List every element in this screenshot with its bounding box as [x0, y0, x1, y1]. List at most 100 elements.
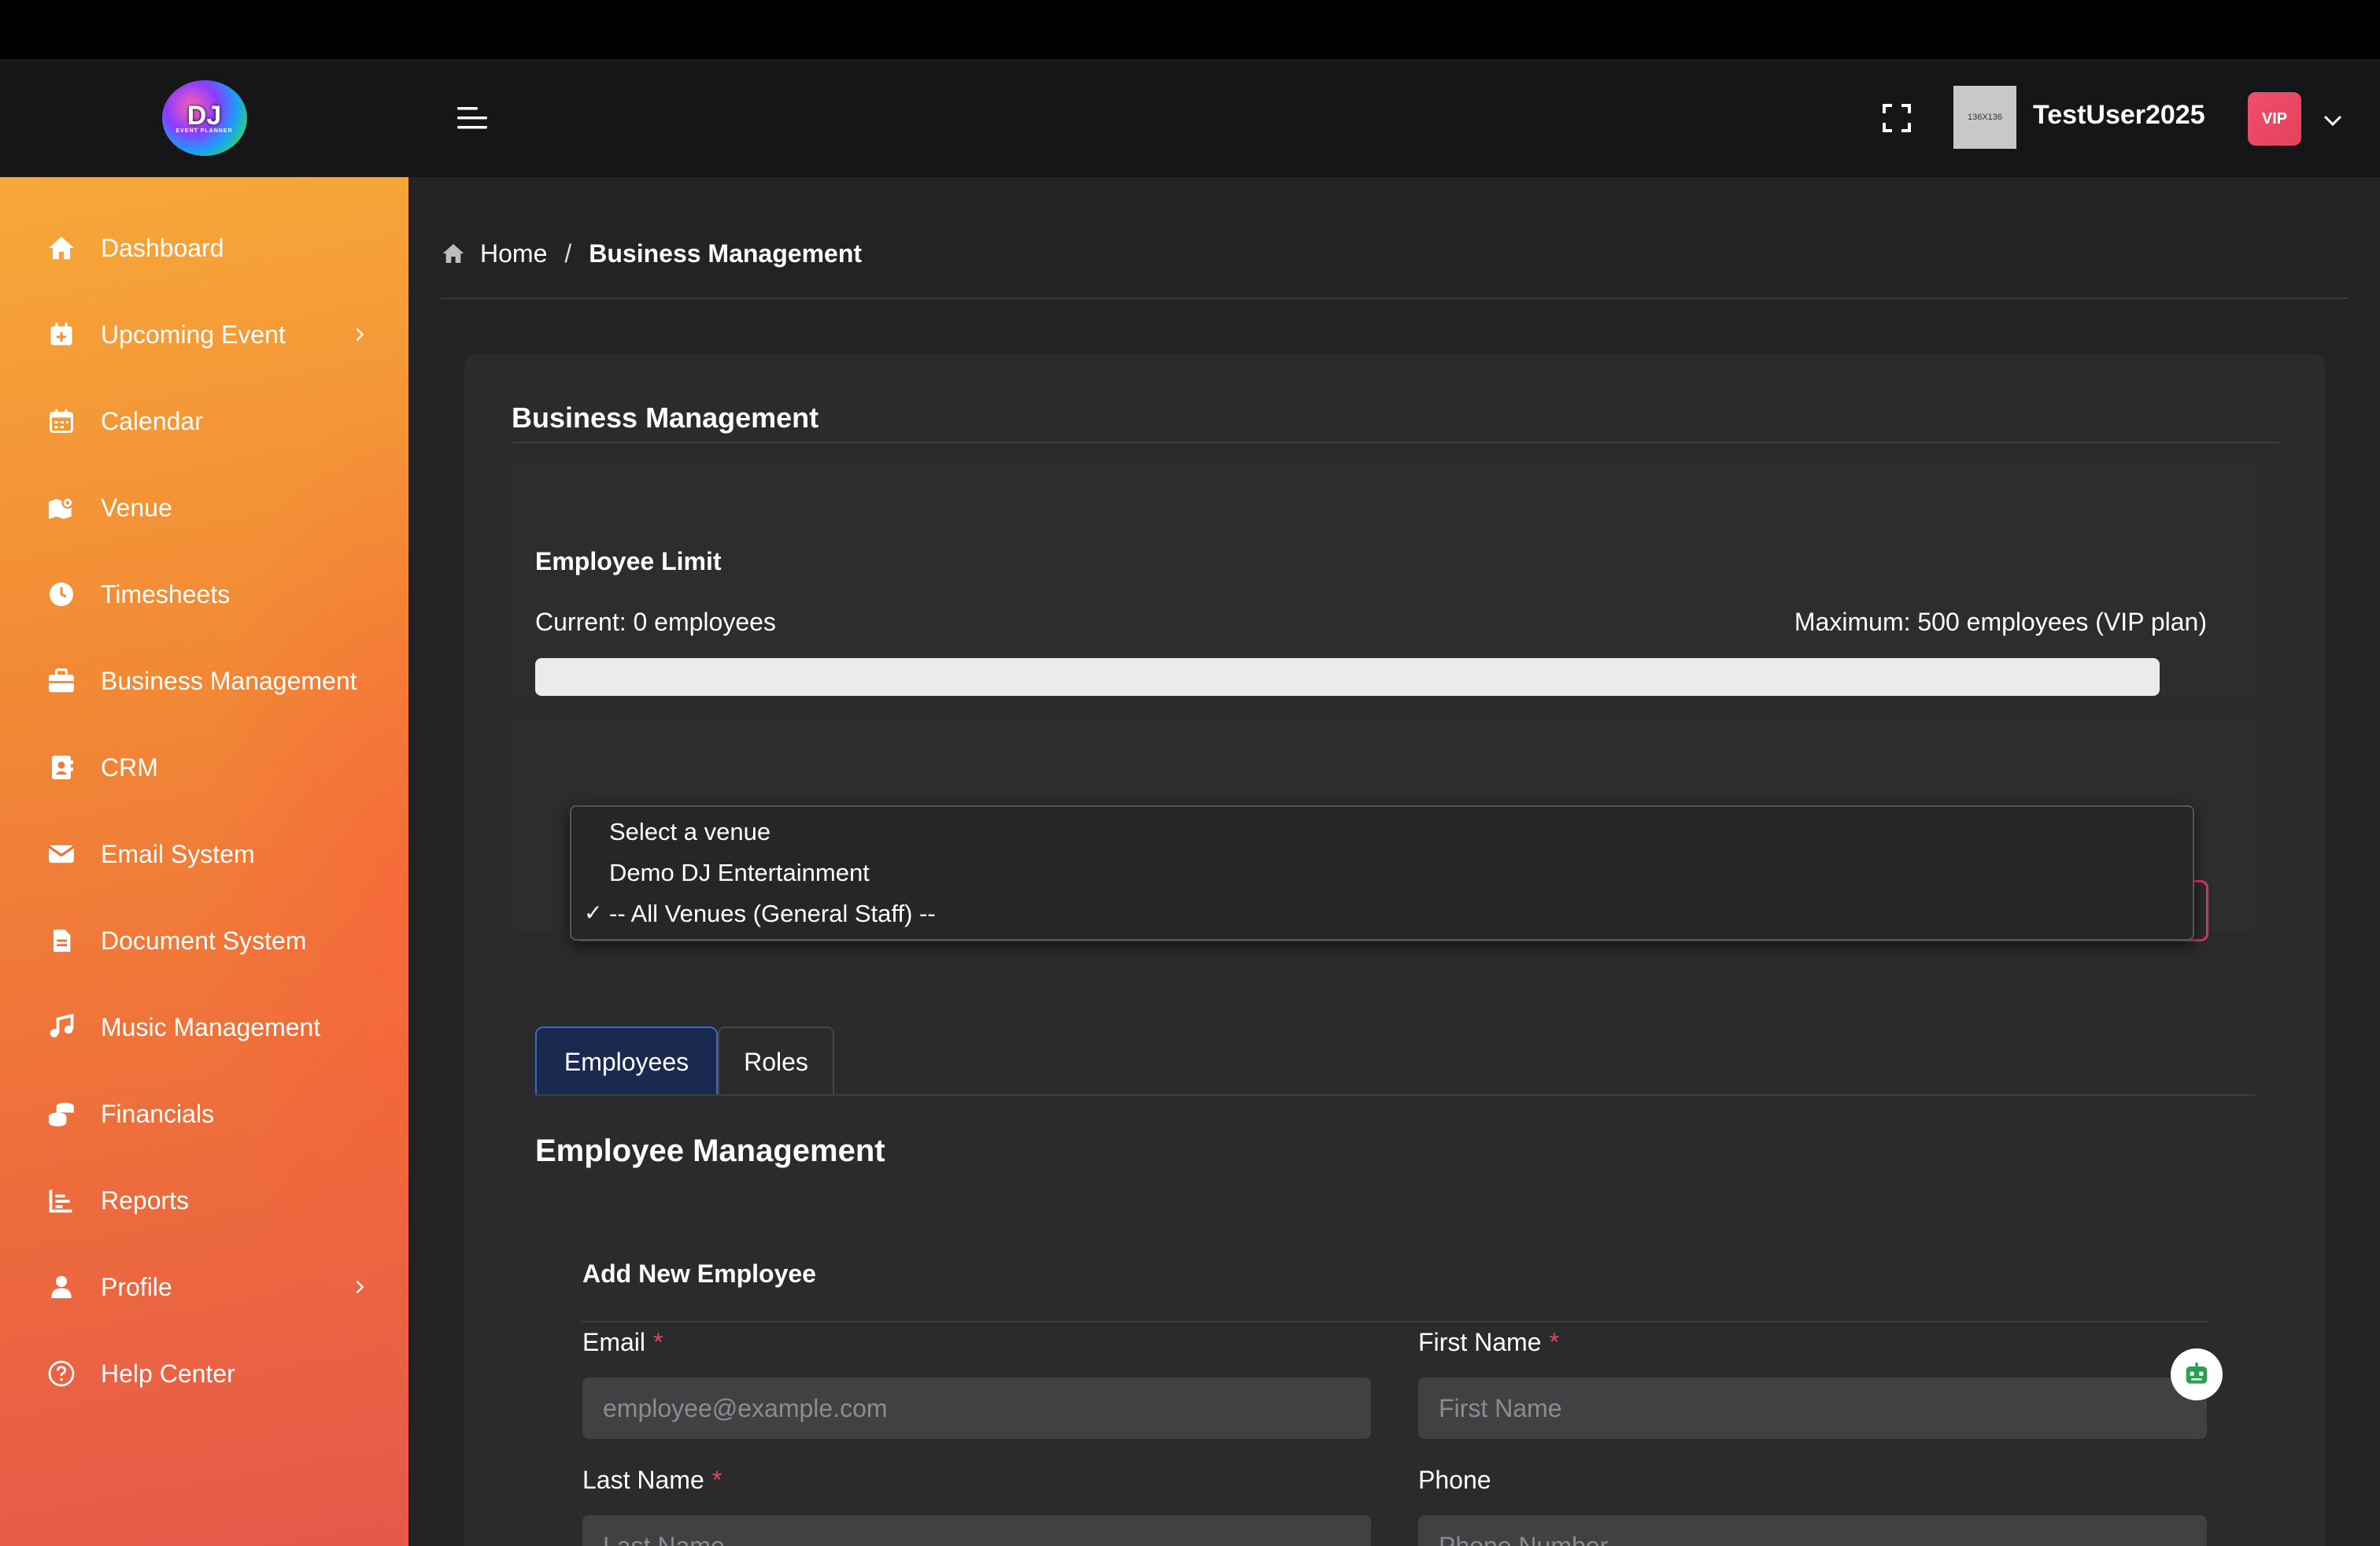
- document-icon: [46, 925, 77, 956]
- first-name-label: First Name *: [1418, 1328, 1559, 1357]
- tabs-divider: [535, 1094, 2256, 1096]
- sidebar-item-document-system[interactable]: Document System: [0, 909, 408, 972]
- tab-roles[interactable]: Roles: [718, 1026, 834, 1096]
- coins-icon: [46, 1098, 77, 1130]
- breadcrumb-current: Business Management: [589, 239, 863, 268]
- home-icon: [442, 244, 464, 263]
- sidebar-item-business-management[interactable]: Business Management: [0, 649, 408, 712]
- vip-badge: VIP: [2248, 92, 2301, 146]
- chevron-right-icon: [351, 326, 368, 343]
- business-management-card: Business Management Employee Limit Curre…: [464, 354, 2325, 1546]
- breadcrumb-divider: [441, 298, 2349, 299]
- sidebar-item-profile[interactable]: Profile: [0, 1256, 408, 1319]
- contact-card-icon: [46, 752, 77, 783]
- username[interactable]: TestUser2025: [2033, 100, 2205, 131]
- sidebar-item-label: Email System: [101, 839, 255, 868]
- sidebar-item-label: Dashboard: [101, 233, 224, 262]
- user-menu-toggle[interactable]: [2321, 111, 2345, 130]
- logo-area: DJ EVENT PLANNER: [0, 59, 408, 177]
- chevron-down-icon: [2323, 115, 2342, 127]
- logo-subtext: EVENT PLANNER: [176, 128, 233, 134]
- sidebar-item-timesheets[interactable]: Timesheets: [0, 563, 408, 626]
- briefcase-icon: [46, 665, 77, 697]
- sidebar: DJ EVENT PLANNER Dashboard Upcoming Even…: [0, 59, 408, 1546]
- sidebar-item-label: Profile: [101, 1272, 172, 1301]
- sidebar-item-reports[interactable]: Reports: [0, 1169, 408, 1232]
- sidebar-item-venue[interactable]: Venue: [0, 476, 408, 539]
- music-note-icon: [46, 1012, 77, 1043]
- form-divider: [582, 1321, 2207, 1322]
- sidebar-item-label: Venue: [101, 493, 172, 522]
- robot-icon: [2186, 1363, 2208, 1384]
- phone-label: Phone: [1418, 1466, 1491, 1494]
- sidebar-item-calendar[interactable]: Calendar: [0, 390, 408, 453]
- email-label-text: Email: [582, 1328, 646, 1356]
- venue-option-selected[interactable]: -- All Venues (General Staff) --: [609, 900, 936, 928]
- avatar-placeholder-text: 136X136: [1967, 113, 2003, 122]
- selected-check-icon: ✓: [584, 901, 603, 925]
- chat-bot-button[interactable]: [2171, 1348, 2223, 1400]
- last-name-label: Last Name *: [582, 1466, 722, 1495]
- employee-max-count: Maximum: 500 employees (VIP plan): [1794, 608, 2207, 636]
- chevron-right-icon: [351, 1278, 368, 1296]
- calendar-icon: [46, 405, 77, 437]
- top-header: 136X136 TestUser2025 VIP: [408, 59, 2380, 177]
- required-marker: *: [711, 1466, 722, 1494]
- bar-chart-icon: [46, 1185, 77, 1216]
- venue-option[interactable]: Demo DJ Entertainment: [609, 859, 870, 887]
- phone-field[interactable]: [1418, 1515, 2207, 1546]
- email-field[interactable]: [582, 1378, 1371, 1439]
- form-title: Add New Employee: [582, 1259, 816, 1288]
- email-label: Email *: [582, 1328, 663, 1357]
- home-icon: [46, 232, 77, 264]
- title-divider: [512, 442, 2279, 443]
- sidebar-item-financials[interactable]: Financials: [0, 1082, 408, 1145]
- breadcrumb-separator: /: [564, 239, 572, 268]
- breadcrumb-home-link[interactable]: Home: [480, 239, 547, 268]
- envelope-icon: [46, 838, 77, 870]
- logo-text: DJ: [187, 100, 222, 131]
- required-marker: *: [1549, 1328, 1559, 1356]
- sidebar-item-upcoming-event[interactable]: Upcoming Event: [0, 303, 408, 366]
- tabs-bar: Employees Roles: [535, 1026, 834, 1096]
- avatar[interactable]: 136X136: [1953, 86, 2016, 149]
- user-icon: [46, 1271, 77, 1303]
- sidebar-item-label: Business Management: [101, 666, 357, 695]
- breadcrumb: Home / Business Management: [441, 234, 862, 273]
- sidebar-item-help-center[interactable]: Help Center: [0, 1342, 408, 1405]
- sidebar-item-label: Help Center: [101, 1359, 235, 1388]
- sidebar-item-label: Music Management: [101, 1012, 321, 1041]
- calendar-plus-icon: [46, 319, 77, 350]
- section-heading: Employee Management: [535, 1134, 885, 1168]
- page-title: Business Management: [512, 401, 819, 434]
- app-root: DJ EVENT PLANNER Dashboard Upcoming Even…: [0, 59, 2380, 1546]
- required-marker: *: [653, 1328, 663, 1356]
- sidebar-item-label: Document System: [101, 926, 307, 955]
- sidebar-item-label: Timesheets: [101, 579, 231, 608]
- sidebar-nav: Dashboard Upcoming Event Calendar Venue …: [0, 177, 408, 1546]
- employee-current-count: Current: 0 employees: [535, 608, 776, 636]
- sidebar-item-dashboard[interactable]: Dashboard: [0, 216, 408, 279]
- sidebar-item-label: Calendar: [101, 406, 203, 435]
- last-name-field[interactable]: [582, 1515, 1371, 1546]
- sidebar-item-crm[interactable]: CRM: [0, 736, 408, 799]
- sidebar-item-music-management[interactable]: Music Management: [0, 996, 408, 1059]
- sidebar-item-label: Financials: [101, 1099, 215, 1128]
- hamburger-icon: [457, 107, 487, 129]
- clock-icon: [46, 579, 77, 610]
- venue-option[interactable]: Select a venue: [609, 818, 771, 846]
- fullscreen-button[interactable]: [1877, 98, 1916, 138]
- app-logo[interactable]: DJ EVENT PLANNER: [161, 80, 247, 156]
- first-name-field[interactable]: [1418, 1378, 2207, 1439]
- employee-limit-title: Employee Limit: [535, 547, 722, 575]
- sidebar-item-email-system[interactable]: Email System: [0, 823, 408, 886]
- tab-employees[interactable]: Employees: [535, 1026, 718, 1096]
- employee-limit-progress-bar: [535, 658, 2160, 696]
- menu-toggle-button[interactable]: [453, 98, 492, 138]
- fullscreen-icon: [1883, 104, 1911, 132]
- first-name-label-text: First Name: [1418, 1328, 1542, 1356]
- map-location-icon: [46, 492, 77, 523]
- sidebar-item-label: CRM: [101, 753, 158, 782]
- last-name-label-text: Last Name: [582, 1466, 704, 1494]
- sidebar-item-label: Reports: [101, 1185, 190, 1215]
